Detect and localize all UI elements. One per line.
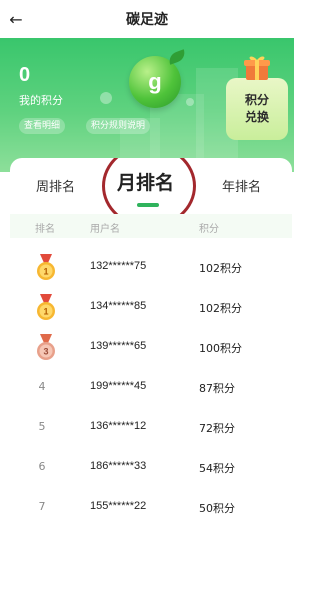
table-row: 7 155******22 50积分	[10, 488, 292, 528]
view-details-button[interactable]: 查看明细	[19, 118, 66, 134]
back-arrow-icon[interactable]: ←	[6, 9, 26, 29]
table-row: 1 134******85 102积分	[10, 288, 292, 328]
points-rules-button[interactable]: 积分规则说明	[86, 118, 151, 134]
username: 132******75	[90, 260, 147, 272]
page-title: 碳足迹	[126, 12, 168, 28]
points-label: 我的积分	[19, 94, 63, 107]
rank-number: 5	[38, 420, 46, 433]
column-rank: 排名	[35, 224, 55, 235]
rank-number: 7	[38, 500, 46, 513]
table-row: 4 199******45 87积分	[10, 368, 292, 408]
tab-weekly-ranking[interactable]: 周排名	[36, 176, 75, 195]
points-score: 87积分	[199, 382, 235, 395]
points-value: 0	[19, 64, 31, 86]
table-row: 5 136******12 72积分	[10, 408, 292, 448]
tab-yearly-ranking[interactable]: 年排名	[222, 176, 261, 195]
table-row: 1 132******75 102积分	[10, 248, 292, 288]
bronze-medal-icon: 3	[37, 334, 55, 360]
table-header: 排名 用户名 积分	[10, 214, 292, 238]
rank-number: 4	[38, 380, 46, 393]
active-tab-indicator	[137, 203, 159, 207]
points-score: 50积分	[199, 502, 235, 515]
redeem-points-button[interactable]: 积分 兑换	[226, 78, 288, 140]
redeem-label-line1: 积分	[244, 93, 269, 107]
points-score: 72积分	[199, 422, 235, 435]
rank-number: 6	[38, 460, 46, 473]
username: 136******12	[90, 420, 147, 432]
column-user: 用户名	[90, 224, 120, 235]
medal-rank-number: 3	[43, 347, 48, 357]
medal-rank-number: 1	[43, 267, 48, 277]
points-score: 102积分	[199, 262, 242, 275]
table-row: 6 186******33 54积分	[10, 448, 292, 488]
points-score: 54积分	[199, 462, 235, 475]
bubble-decoration	[100, 92, 112, 104]
mascot-letter: g	[148, 69, 162, 94]
tab-monthly-ranking[interactable]: 月排名	[117, 168, 174, 195]
gold-medal-icon: 1	[37, 294, 55, 320]
ranking-tabs: 周排名 月排名 年排名	[10, 158, 292, 228]
username: 139******65	[90, 340, 147, 352]
gift-icon	[244, 56, 270, 80]
leaf-icon	[166, 49, 188, 65]
points-score: 102积分	[199, 302, 242, 315]
bubble-decoration	[186, 98, 194, 106]
gold-medal-icon: 1	[37, 254, 55, 280]
ranking-card: 周排名 月排名 年排名 排名 用户名 积分 1 132******75 102积分 1…	[10, 158, 292, 600]
username: 199******45	[90, 380, 147, 392]
points-score: 100积分	[199, 342, 242, 355]
points-hero: 0 我的积分 查看明细 积分规则说明 g 积分 兑换	[0, 38, 294, 172]
mascot-logo: g	[129, 56, 181, 108]
top-bar: ← 碳足迹	[0, 0, 294, 38]
medal-rank-number: 1	[43, 307, 48, 317]
table-row: 3 139******65 100积分	[10, 328, 292, 368]
username: 186******33	[90, 460, 147, 472]
username: 155******22	[90, 500, 147, 512]
redeem-label-line2: 兑换	[244, 110, 269, 124]
column-points: 积分	[199, 224, 219, 235]
username: 134******85	[90, 300, 147, 312]
